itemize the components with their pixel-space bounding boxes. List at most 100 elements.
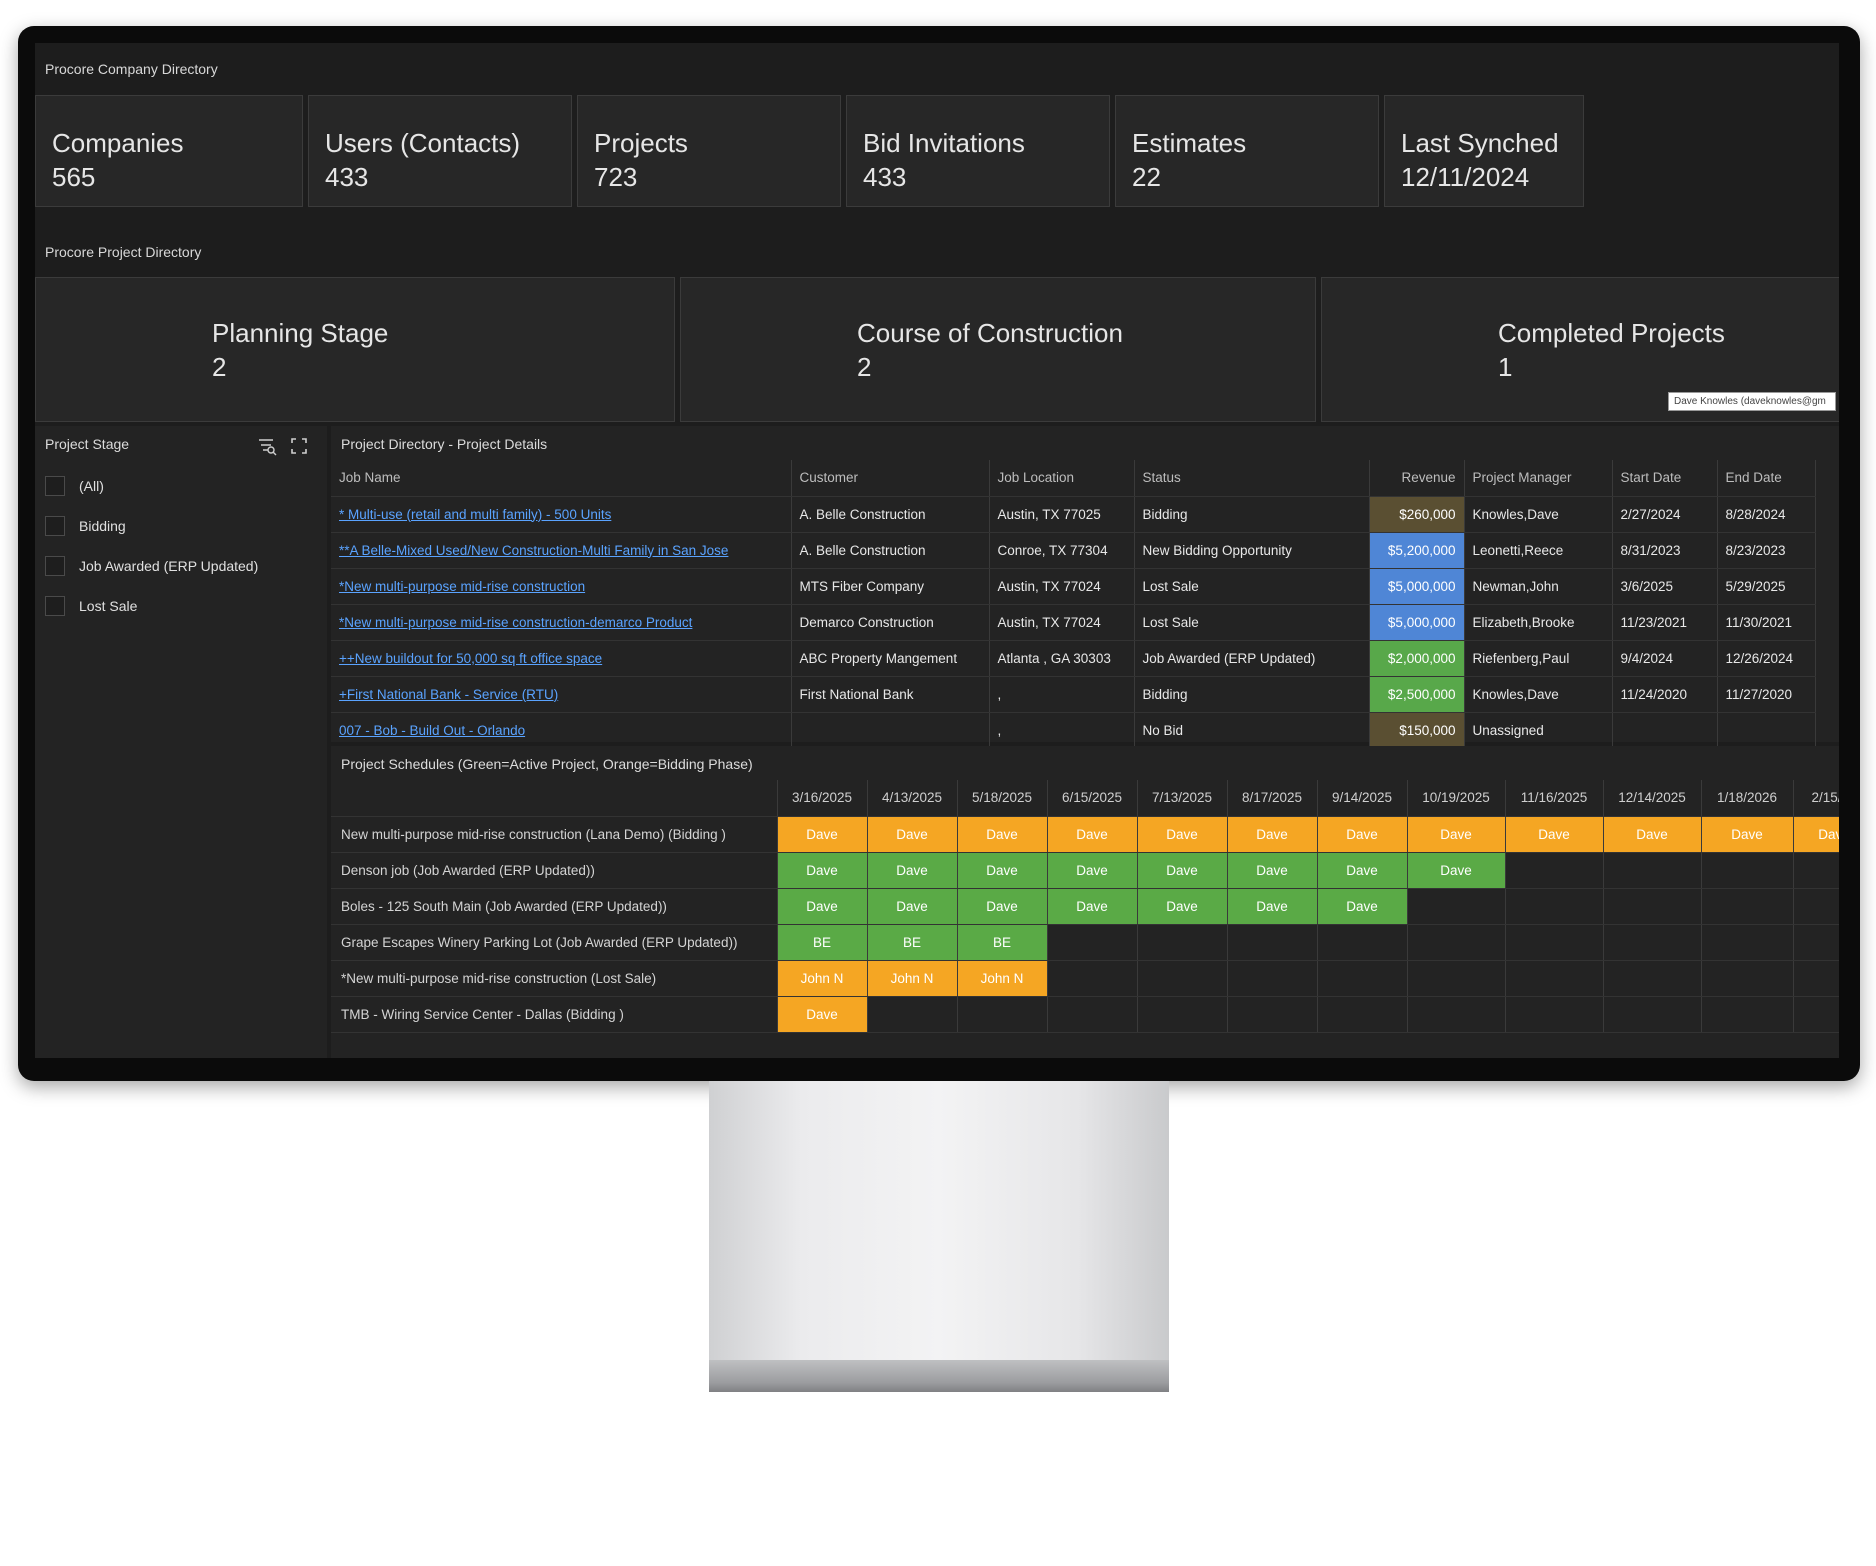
schedule-cell[interactable]: Dave: [957, 852, 1048, 889]
job-name-link[interactable]: +First National Bank - Service (RTU): [331, 676, 792, 713]
schedule-cell[interactable]: Dave: [1227, 888, 1318, 925]
schedule-cell[interactable]: [1603, 852, 1702, 889]
filter-item[interactable]: (All): [45, 470, 315, 500]
schedule-cell[interactable]: Dave: [777, 816, 868, 853]
schedule-cell[interactable]: Dave: [1137, 816, 1228, 853]
schedule-cell[interactable]: BE: [957, 924, 1048, 961]
schedule-cell[interactable]: Dave: [1603, 816, 1702, 853]
schedule-cell[interactable]: [1227, 996, 1318, 1033]
schedule-cell[interactable]: [1505, 924, 1604, 961]
schedule-cell[interactable]: Dave: [777, 852, 868, 889]
schedule-cell[interactable]: [1793, 924, 1839, 961]
column-header[interactable]: Status: [1134, 460, 1370, 497]
schedule-cell[interactable]: [1701, 888, 1794, 925]
schedule-cell[interactable]: [1603, 888, 1702, 925]
schedule-cell[interactable]: [1227, 960, 1318, 997]
schedule-cell[interactable]: Dave: [1793, 816, 1839, 853]
schedule-row[interactable]: New multi-purpose mid-rise construction …: [331, 816, 1839, 853]
schedule-cell[interactable]: Dave: [1137, 888, 1228, 925]
schedule-cell[interactable]: Dave: [957, 888, 1048, 925]
schedule-cell[interactable]: [1227, 924, 1318, 961]
schedule-cell[interactable]: [1793, 996, 1839, 1033]
schedule-cell[interactable]: [1317, 996, 1408, 1033]
table-row[interactable]: *New multi-purpose mid-rise construction…: [331, 604, 1816, 641]
table-row[interactable]: *New multi-purpose mid-rise construction…: [331, 568, 1816, 605]
filter-item[interactable]: Lost Sale: [45, 590, 315, 620]
schedule-cell[interactable]: [1047, 960, 1138, 997]
schedule-cell[interactable]: [1317, 924, 1408, 961]
job-name-link[interactable]: 007 - Bob - Build Out - Orlando: [331, 712, 792, 749]
schedule-cell[interactable]: Dave: [1227, 816, 1318, 853]
table-row[interactable]: +First National Bank - Service (RTU) Firs…: [331, 676, 1816, 713]
schedule-cell[interactable]: Dave: [1317, 888, 1408, 925]
schedule-cell[interactable]: Dave: [777, 888, 868, 925]
column-header[interactable]: Start Date: [1612, 460, 1718, 497]
schedule-cell[interactable]: [1317, 960, 1408, 997]
column-header[interactable]: Job Name: [331, 460, 792, 497]
schedule-cell[interactable]: [867, 996, 958, 1033]
schedule-cell[interactable]: [1505, 996, 1604, 1033]
schedule-cell[interactable]: BE: [867, 924, 958, 961]
schedule-cell[interactable]: [957, 996, 1048, 1033]
schedule-cell[interactable]: Dave: [1047, 816, 1138, 853]
filter-checkbox[interactable]: [45, 476, 65, 496]
schedule-cell[interactable]: [1603, 924, 1702, 961]
schedule-cell[interactable]: BE: [777, 924, 868, 961]
table-row[interactable]: * Multi-use (retail and multi family) - …: [331, 496, 1816, 533]
schedule-row[interactable]: Grape Escapes Winery Parking Lot (Job Aw…: [331, 924, 1839, 961]
schedule-cell[interactable]: [1407, 960, 1506, 997]
column-header[interactable]: Job Location: [989, 460, 1135, 497]
schedule-cell[interactable]: [1137, 960, 1228, 997]
filter-item[interactable]: Job Awarded (ERP Updated): [45, 550, 315, 580]
schedule-row[interactable]: *New multi-purpose mid-rise construction…: [331, 960, 1839, 997]
schedule-cell[interactable]: John N: [867, 960, 958, 997]
column-header[interactable]: Customer: [791, 460, 990, 497]
filter-checkbox[interactable]: [45, 516, 65, 536]
schedule-cell[interactable]: [1407, 888, 1506, 925]
column-header[interactable]: Project Manager: [1464, 460, 1613, 497]
schedule-cell[interactable]: [1603, 960, 1702, 997]
schedule-cell[interactable]: [1047, 996, 1138, 1033]
schedule-cell[interactable]: [1701, 996, 1794, 1033]
job-name-link[interactable]: *New multi-purpose mid-rise construction: [331, 568, 792, 605]
table-row[interactable]: ++New buildout for 50,000 sq ft office s…: [331, 640, 1816, 677]
schedule-cell[interactable]: [1137, 924, 1228, 961]
job-name-link[interactable]: * Multi-use (retail and multi family) - …: [331, 496, 792, 533]
filter-checkbox[interactable]: [45, 596, 65, 616]
schedule-cell[interactable]: [1407, 996, 1506, 1033]
schedule-cell[interactable]: [1701, 960, 1794, 997]
schedule-cell[interactable]: Dave: [777, 996, 868, 1033]
schedule-cell[interactable]: [1793, 888, 1839, 925]
schedule-row[interactable]: Denson job (Job Awarded (ERP Updated)) Da…: [331, 852, 1839, 889]
schedule-cell[interactable]: Dave: [1227, 852, 1318, 889]
schedule-cell[interactable]: Dave: [1407, 816, 1506, 853]
schedule-cell[interactable]: Dave: [867, 888, 958, 925]
schedule-cell[interactable]: Dave: [1047, 888, 1138, 925]
expand-icon[interactable]: [289, 436, 309, 456]
schedule-cell[interactable]: Dave: [1701, 816, 1794, 853]
schedule-cell[interactable]: [1793, 960, 1839, 997]
job-name-link[interactable]: *New multi-purpose mid-rise construction…: [331, 604, 792, 641]
schedule-cell[interactable]: [1505, 852, 1604, 889]
filter-item[interactable]: Bidding: [45, 510, 315, 540]
schedule-cell[interactable]: [1137, 996, 1228, 1033]
schedule-cell[interactable]: Dave: [1137, 852, 1228, 889]
column-header[interactable]: End Date: [1717, 460, 1816, 497]
schedule-cell[interactable]: [1603, 996, 1702, 1033]
schedule-cell[interactable]: [1047, 924, 1138, 961]
schedule-cell[interactable]: Dave: [957, 816, 1048, 853]
schedule-cell[interactable]: John N: [777, 960, 868, 997]
schedule-cell[interactable]: Dave: [867, 816, 958, 853]
table-row[interactable]: 007 - Bob - Build Out - Orlando, No Bid $1…: [331, 712, 1816, 749]
schedule-cell[interactable]: Dave: [1317, 852, 1408, 889]
job-name-link[interactable]: ++New buildout for 50,000 sq ft office s…: [331, 640, 792, 677]
table-row[interactable]: **A Belle-Mixed Used/New Construction-Mu…: [331, 532, 1816, 569]
schedule-cell[interactable]: [1505, 888, 1604, 925]
schedule-cell[interactable]: [1701, 852, 1794, 889]
filter-checkbox[interactable]: [45, 556, 65, 576]
schedule-cell[interactable]: Dave: [1047, 852, 1138, 889]
column-header[interactable]: Revenue: [1369, 460, 1465, 497]
schedule-cell[interactable]: Dave: [1317, 816, 1408, 853]
schedule-row[interactable]: TMB - Wiring Service Center - Dallas (Bi…: [331, 996, 1839, 1033]
schedule-cell[interactable]: [1407, 924, 1506, 961]
